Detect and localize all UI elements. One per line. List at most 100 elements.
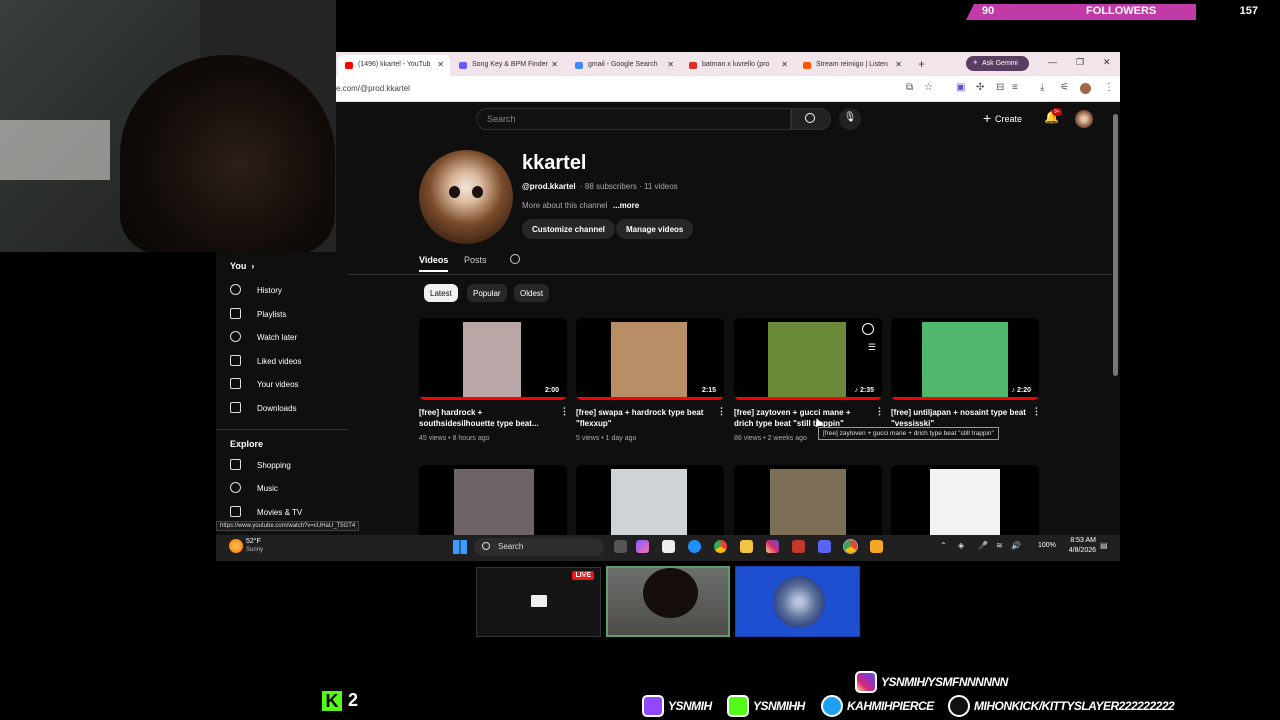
sidebar-item-playlists[interactable]: Playlists xyxy=(228,307,286,323)
sidebar-you-heading[interactable]: You › xyxy=(230,261,254,271)
wifi-icon[interactable]: ≋ xyxy=(996,541,1003,550)
add-to-queue-icon[interactable]: ☰ xyxy=(868,342,876,353)
manage-videos-button[interactable]: Manage videos xyxy=(616,219,694,239)
more-options-icon[interactable]: ⋮ xyxy=(1032,406,1041,417)
video-thumbnail[interactable] xyxy=(419,465,567,535)
more-options-icon[interactable]: ⋮ xyxy=(875,406,884,417)
edge-icon[interactable] xyxy=(688,540,701,553)
task-view-icon[interactable] xyxy=(614,540,627,553)
address-bar[interactable]: e.com/@prod.kkartel ⧉ ☆ ▣ ✣ ⊟ ≡ ⤓ ⚟ ⋮ xyxy=(336,76,1120,102)
store-icon[interactable] xyxy=(662,540,675,553)
create-button[interactable]: Create xyxy=(980,109,1026,129)
channel-description[interactable]: More about this channel xyxy=(522,201,607,210)
watch-later-icon[interactable] xyxy=(862,323,874,335)
channel-avatar[interactable] xyxy=(419,150,513,244)
windows-start-icon[interactable] xyxy=(453,540,467,554)
tab-google-search[interactable]: gmail - Google Search ✕ xyxy=(568,55,680,76)
instagram-icon[interactable] xyxy=(766,540,779,553)
weather-temperature[interactable]: 52°F xyxy=(246,538,261,545)
tab-youtube[interactable]: (1496) kkartel - YouTub ✕ xyxy=(338,55,450,76)
microphone-icon[interactable]: 🎙 xyxy=(839,108,861,130)
download-icon[interactable]: ⤓ xyxy=(1040,82,1044,93)
bell-icon[interactable]: 🔔 9+ xyxy=(1044,108,1062,124)
tab-posts[interactable]: Posts xyxy=(464,255,487,265)
close-icon[interactable]: ✕ xyxy=(551,60,558,69)
puzzle-icon[interactable]: ✣ xyxy=(976,82,984,93)
extension-icon[interactable]: ▣ xyxy=(956,82,965,93)
youtube-search-input[interactable]: Search xyxy=(476,108,791,130)
video-thumbnail[interactable]: ♪ 2:20 xyxy=(891,318,1039,400)
video-title[interactable]: [free] hardrock + southsidesilhouette ty… xyxy=(419,407,557,429)
chrome-active-icon[interactable] xyxy=(843,539,858,554)
sidebar-item-your-videos[interactable]: Your videos xyxy=(228,377,299,393)
taskbar-search[interactable]: Search xyxy=(474,538,604,556)
close-icon[interactable]: ✕ xyxy=(781,60,788,69)
tray-app-icon[interactable]: ◈ xyxy=(958,541,964,550)
discord-icon[interactable] xyxy=(818,540,831,553)
more-options-icon[interactable]: ⋮ xyxy=(560,406,569,417)
close-icon[interactable]: ✕ xyxy=(895,60,902,69)
battery-level[interactable]: 100% xyxy=(1038,542,1056,549)
tab-videos[interactable]: Videos xyxy=(419,255,449,272)
sidebar-item-liked[interactable]: Liked videos xyxy=(228,354,301,370)
volume-icon[interactable]: 🔊 xyxy=(1011,541,1021,550)
install-app-icon[interactable]: ⧉ xyxy=(906,82,913,93)
menu-dots-icon[interactable]: ⋮ xyxy=(1104,82,1114,93)
tune-icon[interactable]: ⚟ xyxy=(1060,82,1069,93)
video-thumbnail[interactable] xyxy=(576,465,724,535)
notification-icon[interactable]: ▤ xyxy=(1100,541,1108,550)
chrome-icon[interactable] xyxy=(714,540,727,553)
sidebar-item-shopping[interactable]: Shopping xyxy=(228,458,291,474)
sidebar-item-watch-later[interactable]: Watch later xyxy=(228,330,297,346)
sidebar-item-history[interactable]: History xyxy=(228,283,282,299)
weather-condition[interactable]: Sunny xyxy=(246,547,263,553)
close-icon[interactable]: ✕ xyxy=(667,60,674,69)
sidebar-item-movies[interactable]: Movies & TV xyxy=(228,505,302,521)
sidebar-item-downloads[interactable]: Downloads xyxy=(228,401,297,417)
minimize-icon[interactable]: — xyxy=(1048,57,1057,67)
clock-date[interactable]: 4/8/2026 xyxy=(1068,547,1096,554)
new-tab-button[interactable]: + xyxy=(918,57,925,71)
video-title[interactable]: [free] swapa + hardrock type beat "flexx… xyxy=(576,407,714,429)
copilot-icon[interactable] xyxy=(636,540,649,553)
scrollbar-thumb[interactable] xyxy=(1113,114,1118,376)
more-link[interactable]: ...more xyxy=(613,201,639,210)
tab-stream[interactable]: Stream reimigo | Listen ✕ xyxy=(796,55,908,76)
bookmark-star-icon[interactable]: ☆ xyxy=(924,82,933,93)
search-icon[interactable] xyxy=(791,108,831,130)
video-thumbnail[interactable]: 2:00 xyxy=(419,318,567,400)
sidebar-item-music[interactable]: Music xyxy=(228,481,278,497)
page-scrollbar[interactable] xyxy=(1113,108,1118,528)
clock-time[interactable]: 8:53 AM xyxy=(1068,537,1096,544)
media-icon[interactable]: ≡ xyxy=(1012,82,1018,93)
video-thumbnail[interactable]: 2:15 xyxy=(576,318,724,400)
customize-channel-button[interactable]: Customize channel xyxy=(522,219,615,239)
preview-webcam[interactable] xyxy=(606,566,730,637)
video-title[interactable]: [free] zaytoven + gucci mane + drich typ… xyxy=(734,407,872,429)
fl-studio-icon[interactable] xyxy=(792,540,805,553)
more-options-icon[interactable]: ⋮ xyxy=(717,406,726,417)
video-thumbnail[interactable] xyxy=(734,465,882,535)
restore-icon[interactable]: ❐ xyxy=(1076,57,1084,68)
chevron-up-icon[interactable]: ⌃ xyxy=(940,541,947,550)
chip-popular[interactable]: Popular xyxy=(467,284,507,302)
account-avatar[interactable] xyxy=(1075,110,1093,128)
channel-search-icon[interactable] xyxy=(510,254,520,264)
url-text[interactable]: e.com/@prod.kkartel xyxy=(336,84,410,93)
mic-icon[interactable]: 🎤 xyxy=(978,541,988,550)
profile-avatar[interactable] xyxy=(1080,83,1091,94)
preview-desktop[interactable] xyxy=(735,566,860,637)
preview-stream-manager[interactable]: LIVE xyxy=(476,567,601,637)
sidepanel-icon[interactable]: ⊟ xyxy=(996,82,1004,93)
video-thumbnail[interactable]: ☰ ♪ 2:35 xyxy=(734,318,882,400)
close-icon[interactable]: ✕ xyxy=(437,60,444,69)
ask-gemini-button[interactable]: Ask Gemini xyxy=(966,56,1029,71)
tab-batman[interactable]: batman x luvrello (pro ✕ xyxy=(682,55,794,76)
chip-latest[interactable]: Latest xyxy=(424,284,458,302)
sun-icon[interactable] xyxy=(229,539,243,553)
close-window-icon[interactable]: ✕ xyxy=(1103,57,1111,68)
folder-icon[interactable] xyxy=(740,540,753,553)
tab-bpm-finder[interactable]: Song Key & BPM Finder ✕ xyxy=(452,55,564,76)
chip-oldest[interactable]: Oldest xyxy=(514,284,550,302)
app-icon[interactable] xyxy=(870,540,883,553)
